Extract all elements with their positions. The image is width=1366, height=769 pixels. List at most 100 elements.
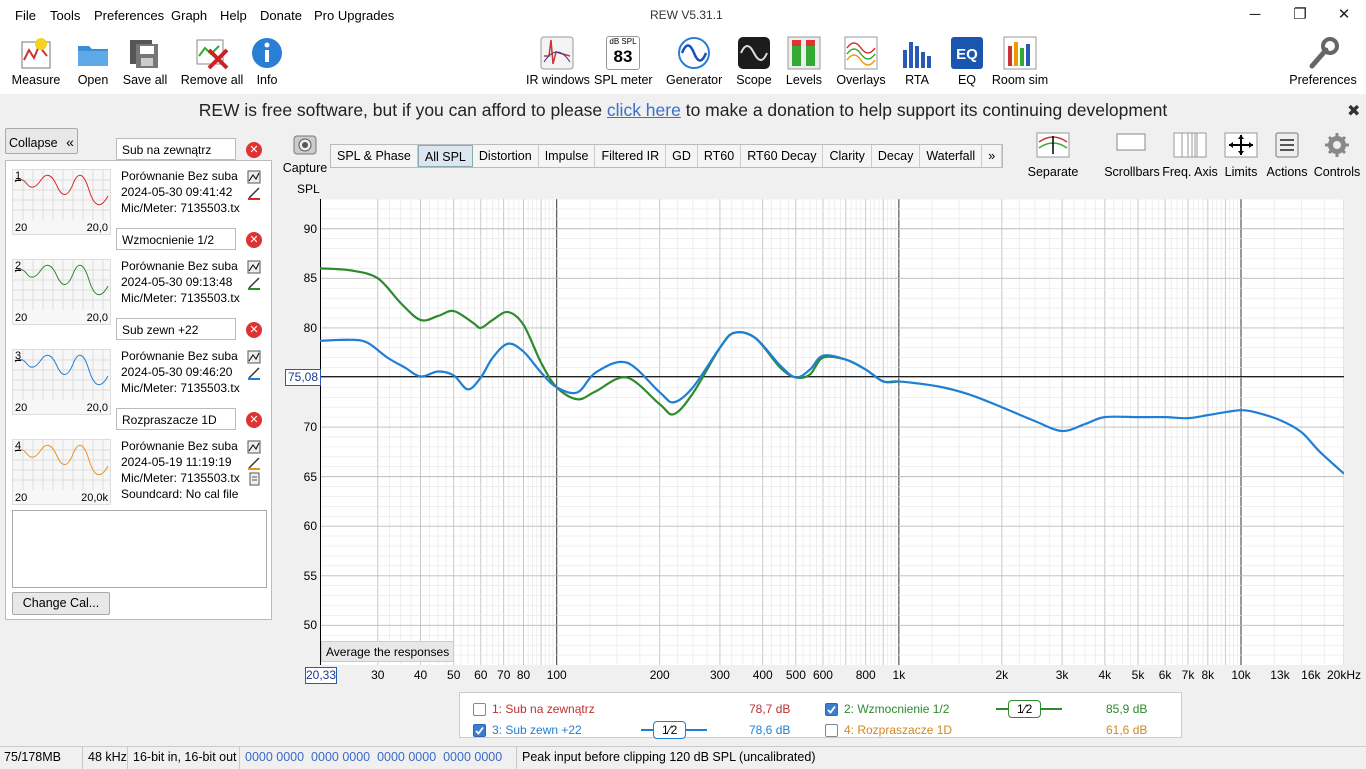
- graph-edit-icon[interactable]: [247, 350, 261, 364]
- maximize-button[interactable]: ❐: [1285, 4, 1315, 26]
- folder-icon: [78, 46, 108, 66]
- measurement-thumbnail[interactable]: 3 20 20,0: [12, 349, 111, 415]
- x-tick-label: 100: [546, 668, 567, 682]
- controls-button[interactable]: Controls: [1312, 132, 1362, 179]
- thumbnail-low-freq: 20: [15, 222, 28, 234]
- actions-button[interactable]: Actions: [1264, 132, 1310, 179]
- graph-edit-icon[interactable]: [247, 440, 261, 454]
- sample-rate-status: 48 kHz: [88, 750, 127, 764]
- menu-pro-upgrades[interactable]: Pro Upgrades: [314, 8, 394, 23]
- menu-tools[interactable]: Tools: [50, 8, 80, 23]
- tab-rt60-decay[interactable]: RT60 Decay: [741, 145, 824, 167]
- measurement-number: 3: [15, 350, 22, 362]
- tab-decay[interactable]: Decay: [872, 145, 921, 167]
- overlays-button[interactable]: Overlays: [834, 30, 888, 94]
- room-sim-button[interactable]: Room sim: [990, 30, 1050, 94]
- legend-checkbox[interactable]: [473, 724, 486, 737]
- legend-checkbox[interactable]: [825, 703, 838, 716]
- y-tick-label: 60: [303, 519, 317, 534]
- measurement-date: 2024-05-30 09:13:48: [121, 275, 233, 289]
- measurement-date: 2024-05-19 11:19:19: [121, 455, 232, 469]
- ir-windows-button[interactable]: IR windows: [526, 30, 590, 94]
- measurement-name-field[interactable]: Rozpraszacze 1D: [116, 408, 236, 430]
- measurement-thumbnail[interactable]: 2 20 20,0: [12, 259, 111, 325]
- line-style-icon[interactable]: [247, 456, 261, 470]
- tab-rt60[interactable]: RT60: [698, 145, 742, 167]
- change-cal-button[interactable]: Change Cal...: [12, 592, 110, 615]
- tabs-more-icon[interactable]: »: [982, 145, 1003, 167]
- average-responses-button[interactable]: Average the responses: [321, 641, 455, 662]
- line-style-icon[interactable]: [247, 366, 261, 380]
- close-button[interactable]: ✕: [1329, 4, 1359, 26]
- measurement-name-field[interactable]: Sub na zewnątrz: [116, 138, 236, 160]
- wrench-icon: [1309, 37, 1339, 69]
- delete-measurement-icon[interactable]: ✕: [246, 232, 262, 248]
- measurement-number: 2: [15, 260, 22, 272]
- menu-help[interactable]: Help: [220, 8, 247, 23]
- open-button[interactable]: Open: [72, 30, 114, 94]
- tab-distortion[interactable]: Distortion: [473, 145, 539, 167]
- delete-measurement-icon[interactable]: ✕: [246, 142, 262, 158]
- menu-preferences[interactable]: Preferences: [94, 8, 164, 23]
- measurement-name-field[interactable]: Sub zewn +22: [116, 318, 236, 340]
- info-button[interactable]: Info: [250, 30, 284, 94]
- delete-measurement-icon[interactable]: ✕: [246, 412, 262, 428]
- levels-icon: [787, 36, 821, 70]
- delete-measurement-icon[interactable]: ✕: [246, 322, 262, 338]
- menu-file[interactable]: File: [15, 8, 36, 23]
- line-style-icon[interactable]: [247, 186, 261, 200]
- measurement-mic: Mic/Meter: 7135503.tx: [121, 291, 240, 305]
- menu-graph[interactable]: Graph: [171, 8, 207, 23]
- x-tick-label: 600: [812, 668, 833, 682]
- menu-donate[interactable]: Donate: [260, 8, 302, 23]
- graph-tabs: SPL & Phase All SPL Distortion Impulse Filte…: [330, 144, 1004, 168]
- legend-checkbox[interactable]: [473, 703, 486, 716]
- close-banner-icon[interactable]: ✖: [1347, 101, 1360, 121]
- measurement-soundcard: Soundcard: No cal file: [121, 487, 239, 501]
- levels-button[interactable]: Levels: [784, 30, 824, 94]
- measurement-name-field[interactable]: Wzmocnienie 1/2: [116, 228, 236, 250]
- spl-graph[interactable]: [320, 199, 1344, 665]
- eq-button[interactable]: EQ EQ: [948, 30, 986, 94]
- legend-checkbox[interactable]: [825, 724, 838, 737]
- scrollbars-button[interactable]: Scrollbars: [1102, 132, 1162, 179]
- measurement-desc: Porównanie Bez suba: [121, 169, 238, 183]
- freq-axis-button[interactable]: Freq. Axis: [1162, 132, 1218, 179]
- graph-edit-icon[interactable]: [247, 170, 261, 184]
- limits-button[interactable]: Limits: [1220, 132, 1262, 179]
- tab-impulse[interactable]: Impulse: [539, 145, 596, 167]
- info-icon: [252, 38, 282, 68]
- rta-button[interactable]: RTA: [898, 30, 936, 94]
- tab-gd[interactable]: GD: [666, 145, 698, 167]
- notes-area[interactable]: [12, 510, 267, 588]
- remove-all-button[interactable]: Remove all: [180, 30, 244, 94]
- measurement-thumbnail[interactable]: 1 20 20,0: [12, 169, 111, 235]
- graph-edit-icon[interactable]: [247, 260, 261, 274]
- measurement-thumbnail[interactable]: 4 20 20,0k: [12, 439, 111, 505]
- donate-link[interactable]: click here: [607, 100, 681, 120]
- x-tick-label: 2k: [995, 668, 1009, 682]
- measure-button[interactable]: Measure: [10, 30, 62, 94]
- thumbnail-high-freq: 20,0k: [81, 492, 108, 504]
- window-title: REW V5.31.1: [650, 8, 723, 22]
- file-icon[interactable]: [247, 472, 261, 486]
- separate-button[interactable]: Separate: [1026, 132, 1080, 179]
- tab-clarity[interactable]: Clarity: [823, 145, 872, 167]
- tab-filtered-ir[interactable]: Filtered IR: [595, 145, 667, 167]
- tab-spl-phase[interactable]: SPL & Phase: [331, 145, 418, 167]
- scope-button[interactable]: Scope: [734, 30, 774, 94]
- tab-all-spl[interactable]: All SPL: [417, 145, 473, 167]
- spl-meter-button[interactable]: dB SPL 83 SPL meter: [594, 30, 653, 94]
- legend-value: 85,9 dB: [1106, 702, 1148, 716]
- capture-button[interactable]: Capture: [282, 132, 328, 175]
- preferences-button[interactable]: Preferences: [1288, 30, 1358, 94]
- tab-waterfall[interactable]: Waterfall: [920, 145, 983, 167]
- line-style-icon[interactable]: [247, 276, 261, 290]
- overlays-icon: [844, 36, 878, 70]
- save-all-button[interactable]: Save all: [122, 30, 168, 94]
- ir-windows-icon: [540, 36, 574, 70]
- collapse-button[interactable]: Collapse «: [5, 128, 78, 154]
- minimize-button[interactable]: ─: [1240, 4, 1270, 26]
- double-chevron-left-icon: «: [66, 134, 74, 150]
- generator-button[interactable]: Generator: [666, 30, 722, 94]
